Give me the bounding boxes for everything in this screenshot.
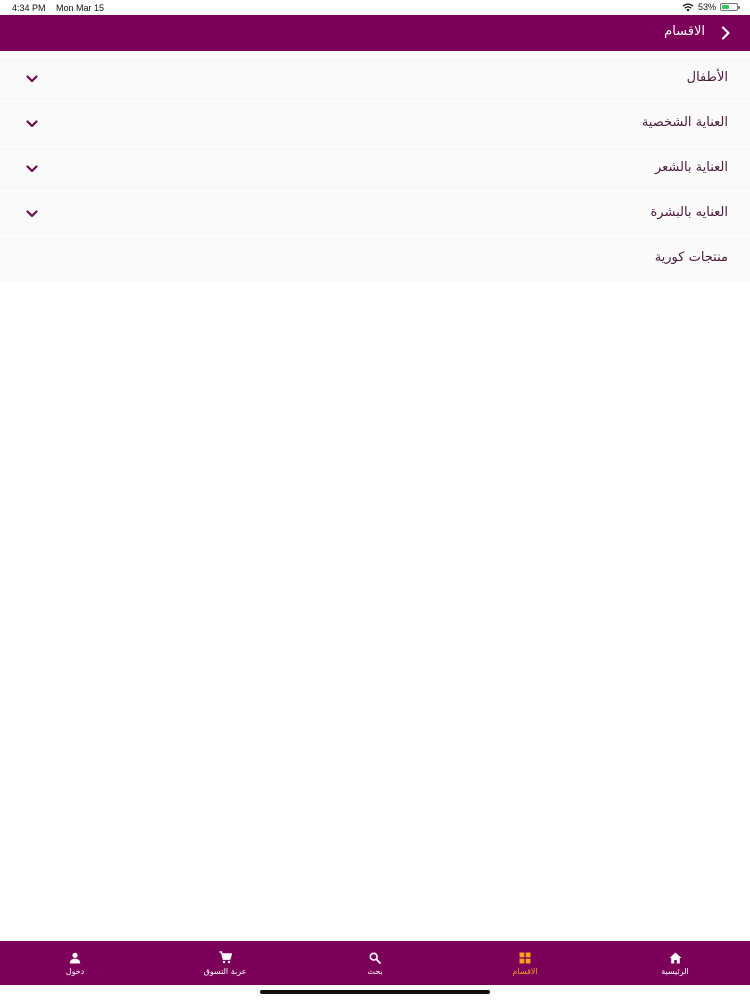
status-bar: 4:34 PM Mon Mar 15 53% <box>0 0 750 16</box>
nav-label: بحث <box>367 966 383 976</box>
top-app-bar: الاقسام <box>0 15 750 51</box>
category-label: الأطفال <box>686 70 728 85</box>
battery-icon <box>720 3 740 11</box>
status-time: 4:34 PM <box>12 3 46 13</box>
chevron-down-icon[interactable] <box>25 162 39 176</box>
category-item-skin-care[interactable]: العنايه بالبشرة <box>0 192 750 237</box>
category-label: منتجات كورية <box>654 250 728 265</box>
category-label: العناية بالشعر <box>654 160 728 175</box>
category-label: العناية الشخصية <box>641 115 728 130</box>
nav-label: عربة التسوق <box>203 966 247 976</box>
battery-percent: 53% <box>697 2 716 12</box>
nav-label: الرئيسية <box>661 966 689 976</box>
nav-item-cart[interactable]: عربة التسوق <box>150 941 300 985</box>
home-indicator <box>260 990 490 994</box>
category-label: العنايه بالبشرة <box>650 205 729 220</box>
nav-label: الاقسام <box>512 966 538 976</box>
nav-item-categories[interactable]: الاقسام <box>450 941 600 985</box>
bottom-nav: دخول عربة التسوق بحث الاقسام الرئيسية <box>0 941 750 985</box>
status-right: 53% <box>682 2 740 12</box>
category-item-hair-care[interactable]: العناية بالشعر <box>0 147 750 192</box>
search-icon <box>368 951 382 965</box>
nav-item-login[interactable]: دخول <box>0 941 150 985</box>
wifi-icon <box>682 2 694 12</box>
chevron-down-icon[interactable] <box>25 117 39 131</box>
category-item-kids[interactable]: الأطفال <box>0 57 750 102</box>
category-item-personal-care[interactable]: العناية الشخصية <box>0 102 750 147</box>
grid-icon <box>518 951 532 965</box>
nav-item-home[interactable]: الرئيسية <box>600 941 750 985</box>
chevron-right-icon <box>721 26 730 40</box>
cart-icon <box>218 951 232 965</box>
nav-item-search[interactable]: بحث <box>300 941 450 985</box>
status-date: Mon Mar 15 <box>56 3 105 13</box>
category-item-korean-products[interactable]: منتجات كورية <box>0 237 750 282</box>
home-icon <box>668 951 682 965</box>
chevron-down-icon[interactable] <box>25 207 39 221</box>
chevron-down-icon[interactable] <box>25 72 39 86</box>
category-list: الأطفال العناية الشخصية العناية بالشعر ا… <box>0 57 750 282</box>
back-button[interactable] <box>716 22 736 44</box>
person-icon <box>68 951 82 965</box>
page-title: الاقسام <box>664 24 705 39</box>
nav-label: دخول <box>65 966 85 976</box>
